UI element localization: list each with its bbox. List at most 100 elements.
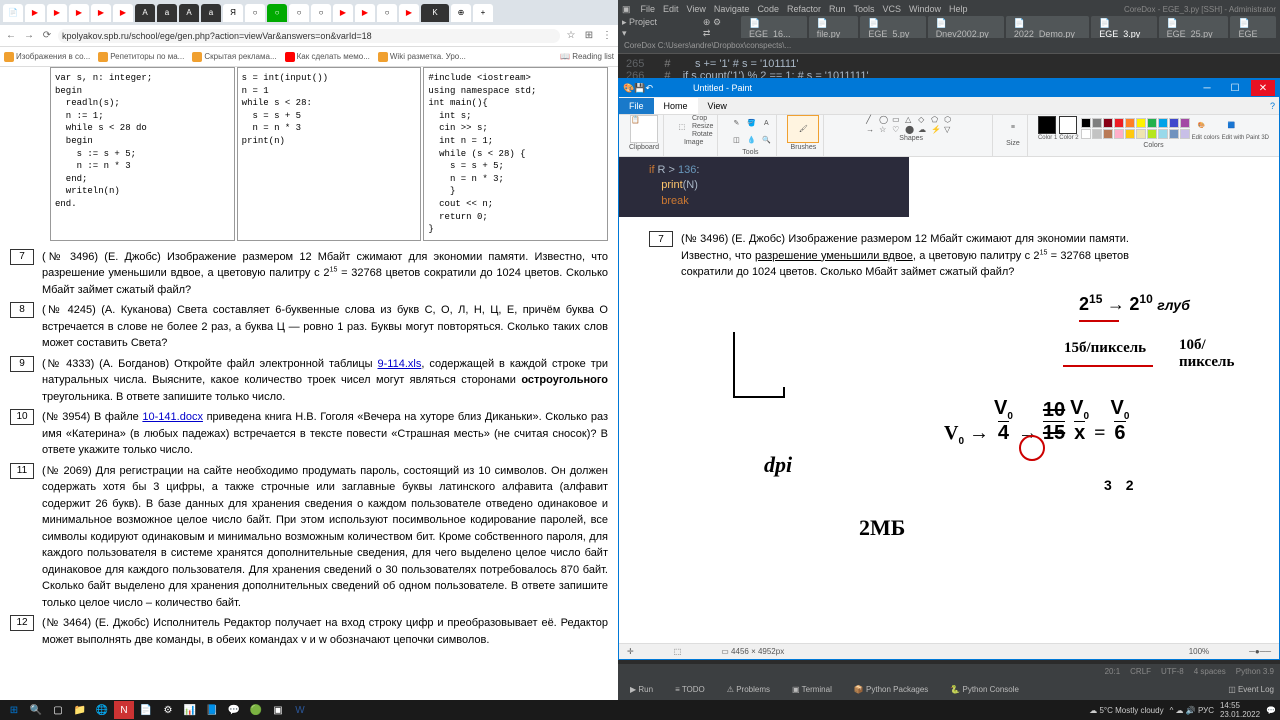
qat-undo-icon[interactable]: ↶ bbox=[645, 83, 653, 94]
color-swatch[interactable] bbox=[1169, 118, 1179, 128]
taskview-icon[interactable]: ▢ bbox=[48, 701, 68, 719]
app-icon[interactable]: N bbox=[114, 701, 134, 719]
browser-tab[interactable]: ▶ bbox=[91, 4, 111, 22]
color-swatch[interactable] bbox=[1125, 118, 1135, 128]
file-link[interactable]: 10-141.docx bbox=[142, 411, 203, 423]
file-tab[interactable]: 📄 Dnev2002.py bbox=[928, 16, 1004, 41]
color-swatch[interactable] bbox=[1092, 129, 1102, 139]
color-swatch[interactable] bbox=[1136, 129, 1146, 139]
crop-button[interactable]: Crop bbox=[692, 115, 713, 122]
browser-tab-active[interactable]: K bbox=[421, 4, 449, 22]
color2-button[interactable] bbox=[1059, 116, 1077, 134]
browser-tab[interactable]: a bbox=[157, 4, 177, 22]
color-swatch[interactable] bbox=[1114, 129, 1124, 139]
zoom-tool[interactable]: 🔍 bbox=[758, 132, 774, 148]
color-swatch[interactable] bbox=[1169, 129, 1179, 139]
close-button[interactable]: ✕ bbox=[1251, 80, 1275, 96]
color-swatch[interactable] bbox=[1147, 129, 1157, 139]
browser-tab[interactable]: ▶ bbox=[113, 4, 133, 22]
url-input[interactable]: kpolyakov.spb.ru/school/ege/gen.php?acti… bbox=[58, 29, 560, 43]
new-tab-button[interactable]: + bbox=[473, 4, 493, 22]
chrome-icon[interactable]: 🌐 bbox=[92, 701, 112, 719]
file-tab[interactable]: 📄 file.py bbox=[809, 16, 859, 41]
bookmark-item[interactable]: 📖 Reading list bbox=[560, 52, 614, 61]
app-icon[interactable]: 📘 bbox=[202, 701, 222, 719]
ide-terminal-tab[interactable]: ▣ Terminal bbox=[786, 683, 838, 696]
menu-item[interactable]: Edit bbox=[663, 4, 679, 14]
menu-item[interactable]: Code bbox=[757, 4, 779, 14]
menu-item[interactable]: Refactor bbox=[787, 4, 821, 14]
ide-console-tab[interactable]: 🐍 Python Console bbox=[944, 683, 1025, 696]
file-tab[interactable]: 📄 EGE_16... bbox=[741, 16, 807, 41]
ribbon-file-tab[interactable]: File bbox=[619, 98, 654, 114]
ide-todo-tab[interactable]: ≡ TODO bbox=[669, 683, 711, 696]
color-swatch[interactable] bbox=[1103, 118, 1113, 128]
color-swatch[interactable] bbox=[1158, 129, 1168, 139]
menu-item[interactable]: Help bbox=[949, 4, 968, 14]
bookmark-item[interactable]: Изображения в со... bbox=[4, 52, 90, 62]
color-swatch[interactable] bbox=[1125, 129, 1135, 139]
color-swatch[interactable] bbox=[1180, 118, 1190, 128]
weather-widget[interactable]: ☁ 5°C Mostly cloudy bbox=[1089, 706, 1163, 715]
explorer-icon[interactable]: 📁 bbox=[70, 701, 90, 719]
browser-tab[interactable]: a bbox=[201, 4, 221, 22]
browser-tab[interactable]: ▶ bbox=[47, 4, 67, 22]
reload-button[interactable]: ⟳ bbox=[40, 29, 54, 43]
browser-tab[interactable]: ○ bbox=[311, 4, 331, 22]
browser-tab[interactable]: A bbox=[135, 4, 155, 22]
select-tool[interactable]: ⬚ bbox=[674, 119, 690, 135]
menu-item[interactable]: VCS bbox=[883, 4, 902, 14]
help-icon[interactable]: ? bbox=[1270, 101, 1275, 111]
browser-tab[interactable]: ○ bbox=[377, 4, 397, 22]
color-swatch[interactable] bbox=[1103, 129, 1113, 139]
browser-tab[interactable]: ▶ bbox=[333, 4, 353, 22]
clock[interactable]: 14:5523.01.2022 bbox=[1220, 701, 1260, 719]
app-icon[interactable]: ⚙ bbox=[158, 701, 178, 719]
color-swatch[interactable] bbox=[1147, 118, 1157, 128]
pencil-tool[interactable]: ✎ bbox=[728, 115, 744, 131]
notifications-icon[interactable]: 💬 bbox=[1266, 706, 1276, 715]
minimize-button[interactable]: ─ bbox=[1195, 80, 1219, 96]
color-swatch[interactable] bbox=[1092, 118, 1102, 128]
paint-canvas[interactable]: if R > 136: print(N) break 7 (№ 3496) (Е… bbox=[619, 157, 1279, 643]
color-swatch[interactable] bbox=[1114, 118, 1124, 128]
file-tab[interactable]: 📄 EGE bbox=[1230, 16, 1276, 41]
bookmark-item[interactable]: Как сделать мемо... bbox=[285, 52, 370, 62]
color-swatch[interactable] bbox=[1081, 129, 1091, 139]
menu-item[interactable]: Tools bbox=[853, 4, 874, 14]
color-swatch[interactable] bbox=[1158, 118, 1168, 128]
ribbon-view-tab[interactable]: View bbox=[698, 98, 737, 114]
browser-tab[interactable]: ⊕ bbox=[451, 4, 471, 22]
file-tab[interactable]: 📄 EGE_3.py bbox=[1091, 16, 1156, 41]
app-icon[interactable]: 📊 bbox=[180, 701, 200, 719]
ide-problems-tab[interactable]: ⚠ Problems bbox=[721, 683, 776, 696]
size-button[interactable]: ≡ bbox=[1003, 115, 1023, 139]
browser-tab[interactable]: ○ bbox=[289, 4, 309, 22]
browser-tab[interactable]: ○ bbox=[267, 4, 287, 22]
paste-button[interactable]: 📋 bbox=[630, 115, 658, 143]
browser-tab[interactable]: ▶ bbox=[399, 4, 419, 22]
qat-save-icon[interactable]: 💾 bbox=[634, 83, 645, 94]
forward-button[interactable]: → bbox=[22, 29, 36, 43]
bookmark-item[interactable]: Wiki разметка. Уро... bbox=[378, 52, 466, 62]
browser-tab[interactable]: ▶ bbox=[355, 4, 375, 22]
bookmark-item[interactable]: Скрытая реклама... bbox=[192, 52, 276, 62]
menu-item[interactable]: Window bbox=[909, 4, 941, 14]
browser-tab[interactable]: Я bbox=[223, 4, 243, 22]
browser-tab[interactable]: ○ bbox=[245, 4, 265, 22]
browser-tab[interactable]: A bbox=[179, 4, 199, 22]
app-icon[interactable]: 🟢 bbox=[246, 701, 266, 719]
ide-packages-tab[interactable]: 📦 Python Packages bbox=[848, 683, 934, 696]
menu-icon[interactable]: ⋮ bbox=[600, 29, 614, 43]
menu-item[interactable]: View bbox=[687, 4, 706, 14]
maximize-button[interactable]: ☐ bbox=[1223, 80, 1247, 96]
ribbon-home-tab[interactable]: Home bbox=[654, 98, 698, 114]
eraser-tool[interactable]: ◫ bbox=[728, 132, 744, 148]
ide-project-label[interactable]: ▸ Project ▾ bbox=[622, 17, 661, 39]
rotate-button[interactable]: Rotate bbox=[692, 131, 713, 138]
fill-tool[interactable]: 🪣 bbox=[743, 115, 759, 131]
start-button[interactable]: ⊞ bbox=[4, 701, 24, 719]
paint3d-button[interactable]: 🟦 bbox=[1222, 115, 1242, 135]
bookmark-item[interactable]: Репетиторы по ма... bbox=[98, 52, 184, 62]
color-swatch[interactable] bbox=[1081, 118, 1091, 128]
